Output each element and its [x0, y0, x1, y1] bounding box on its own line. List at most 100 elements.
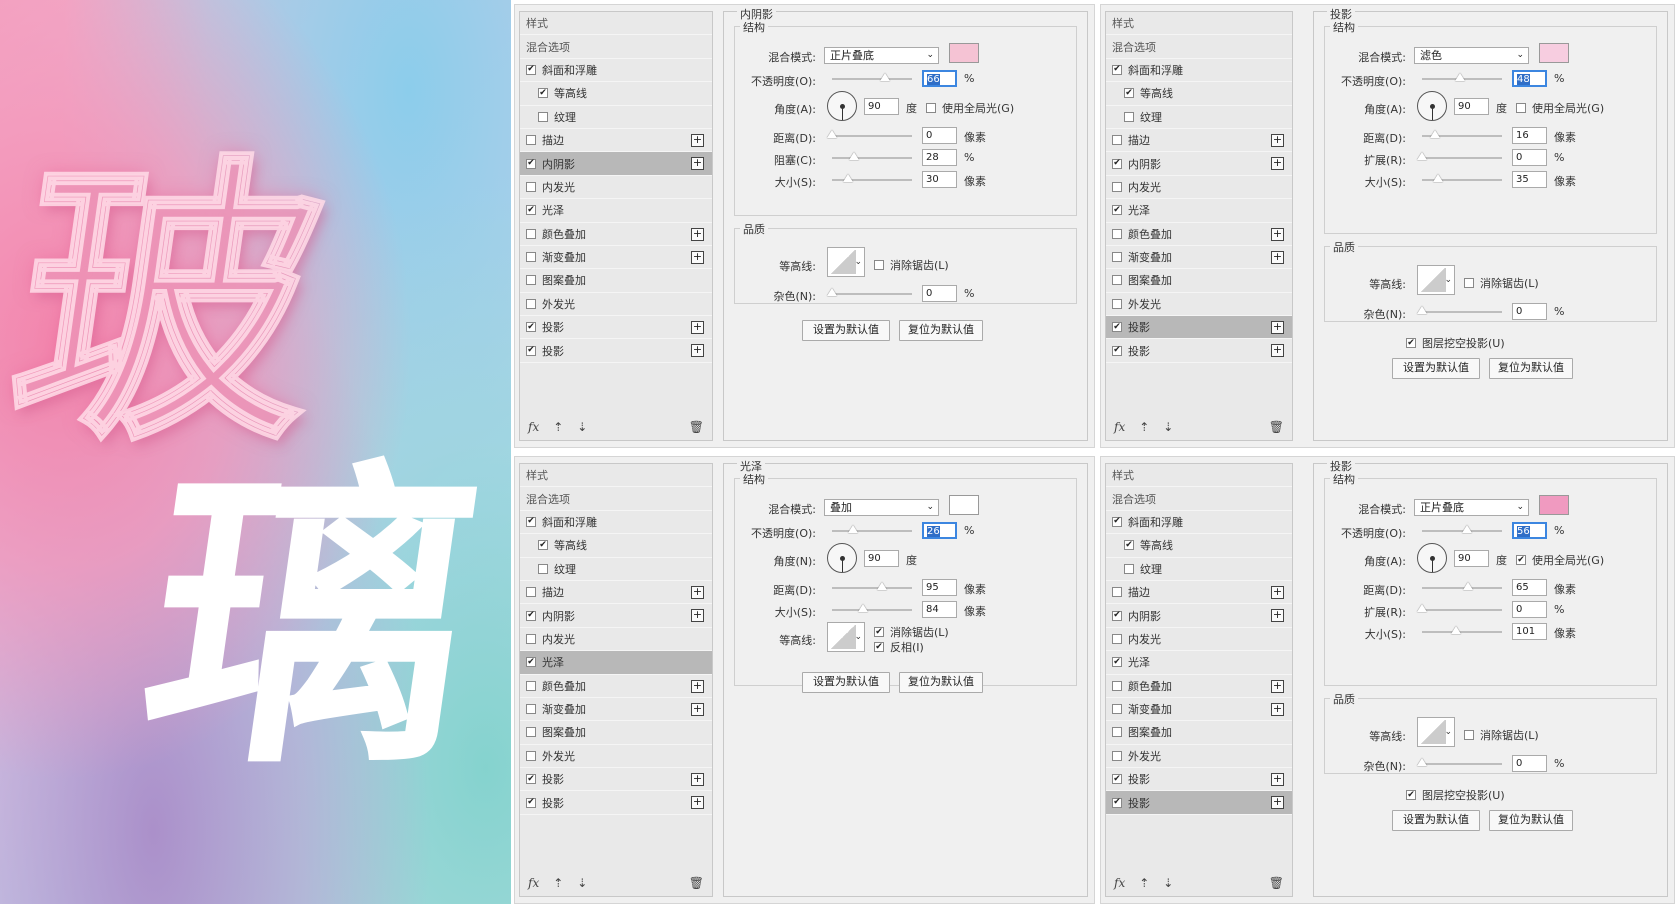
sidebar-item-bevel-emboss[interactable]: ✔ 斜面和浮雕 — [1106, 511, 1292, 535]
styles-header[interactable]: 样式 — [520, 464, 712, 488]
sidebar-item-bevel-emboss[interactable]: ✔ 斜面和浮雕 — [520, 59, 712, 83]
noise-slider[interactable] — [1417, 306, 1502, 314]
add-effect-icon[interactable]: + — [1271, 609, 1284, 623]
spread-input[interactable]: 0 — [1512, 601, 1547, 618]
add-effect-icon[interactable]: + — [691, 133, 704, 147]
sidebar-item-inner-shadow[interactable]: ✔ 内阴影 + — [520, 152, 712, 176]
sidebar-item-pattern-overlay[interactable]: 图案叠加 — [1106, 721, 1292, 745]
sidebar-item-pattern-overlay[interactable]: 图案叠加 — [520, 269, 712, 293]
checkbox[interactable] — [526, 633, 536, 644]
checkbox[interactable] — [526, 727, 536, 738]
sidebar-item-texture[interactable]: 纹理 — [1106, 558, 1292, 581]
opacity-slider-knob[interactable] — [1461, 525, 1472, 533]
sidebar-item-gradient-overlay[interactable]: 渐变叠加 + — [520, 246, 712, 270]
size-slider[interactable] — [832, 174, 912, 182]
checkbox[interactable] — [1112, 275, 1122, 286]
use-global-light-checkbox[interactable]: ✔ 使用全局光(G) — [1516, 552, 1604, 568]
distance-slider-knob[interactable] — [1429, 130, 1440, 138]
sidebar-item-satin[interactable]: ✔ 光泽 — [1106, 651, 1292, 675]
checkbox[interactable]: ✔ — [1112, 797, 1122, 808]
contour-picker[interactable]: ⌄ — [1417, 265, 1455, 295]
reset-default-button[interactable]: 复位为默认值 — [899, 320, 983, 341]
checkbox[interactable] — [1112, 181, 1122, 192]
contour-picker[interactable]: ⌄ — [1417, 717, 1455, 747]
checkbox[interactable]: ✔ — [1112, 64, 1122, 75]
trash-icon[interactable]: 🗑 — [1269, 420, 1284, 434]
opacity-slider-knob[interactable] — [879, 73, 890, 81]
sidebar-item-satin[interactable]: ✔ 光泽 — [520, 651, 712, 675]
angle-dial[interactable] — [827, 91, 857, 121]
checkbox[interactable] — [526, 135, 536, 146]
size-slider[interactable] — [1422, 626, 1502, 634]
arrow-up-icon[interactable]: ⇡ — [553, 420, 563, 434]
spread-slider[interactable] — [1417, 604, 1502, 612]
set-default-button[interactable]: 设置为默认值 — [802, 672, 890, 693]
sidebar-item-color-overlay[interactable]: 颜色叠加 + — [1106, 675, 1292, 698]
size-input[interactable]: 30 — [922, 171, 957, 188]
opacity-input[interactable]: 66 — [922, 70, 957, 87]
layer-knockout-checkbox[interactable]: ✔ 图层挖空投影(U) — [1406, 787, 1505, 803]
size-slider-knob[interactable] — [1450, 626, 1461, 634]
checkbox[interactable] — [538, 111, 548, 122]
arrow-up-icon[interactable]: ⇡ — [553, 876, 563, 890]
layer-knockout-checkbox[interactable]: ✔ 图层挖空投影(U) — [1406, 335, 1505, 351]
checkbox[interactable]: ✔ — [538, 88, 548, 99]
angle-input[interactable]: 90 — [864, 550, 899, 567]
use-global-light-checkbox[interactable]: 使用全局光(G) — [1516, 100, 1604, 116]
angle-input[interactable]: 90 — [1454, 98, 1489, 115]
add-effect-icon[interactable]: + — [1271, 250, 1284, 264]
sidebar-item-outer-glow[interactable]: 外发光 — [1106, 745, 1292, 769]
blend-options-item[interactable]: 混合选项 — [1106, 35, 1292, 59]
antialias-checkbox[interactable]: ✔ 消除锯齿(L) — [874, 624, 949, 640]
sidebar-item-stroke[interactable]: 描边 + — [520, 581, 712, 605]
size-input[interactable]: 35 — [1512, 171, 1547, 188]
trash-icon[interactable]: 🗑 — [689, 876, 704, 890]
checkbox[interactable] — [1112, 750, 1122, 761]
sidebar-item-inner-glow[interactable]: 内发光 — [520, 628, 712, 652]
opacity-slider[interactable] — [832, 73, 912, 81]
sidebar-item-satin[interactable]: ✔ 光泽 — [520, 199, 712, 223]
add-effect-icon[interactable]: + — [1271, 796, 1284, 810]
styles-header[interactable]: 样式 — [1106, 12, 1292, 36]
opacity-slider-knob[interactable] — [1455, 73, 1466, 81]
size-slider-knob[interactable] — [1433, 174, 1443, 182]
sidebar-item-inner-glow[interactable]: 内发光 — [1106, 176, 1292, 200]
distance-input[interactable]: 65 — [1512, 579, 1547, 596]
checkbox[interactable]: ✔ — [1112, 322, 1122, 333]
sidebar-item-inner-glow[interactable]: 内发光 — [520, 176, 712, 200]
checkbox[interactable]: ✔ — [538, 540, 548, 551]
reset-default-button[interactable]: 复位为默认值 — [1489, 810, 1573, 831]
sidebar-item-satin[interactable]: ✔ 光泽 — [1106, 199, 1292, 223]
add-effect-icon[interactable]: + — [1271, 773, 1284, 787]
set-default-button[interactable]: 设置为默认值 — [802, 320, 890, 341]
use-global-light-checkbox[interactable]: 使用全局光(G) — [926, 100, 1014, 116]
add-effect-icon[interactable]: + — [691, 321, 704, 335]
checkbox[interactable]: ✔ — [526, 158, 536, 169]
sidebar-item-outer-glow[interactable]: 外发光 — [1106, 293, 1292, 317]
antialias-checkbox[interactable]: 消除锯齿(L) — [874, 257, 949, 273]
blend-mode-select[interactable]: 叠加 ⌄ — [824, 499, 939, 516]
distance-input[interactable]: 95 — [922, 579, 957, 596]
checkbox[interactable] — [1464, 278, 1474, 288]
blend-options-item[interactable]: 混合选项 — [520, 487, 712, 511]
set-default-button[interactable]: 设置为默认值 — [1392, 358, 1480, 379]
sidebar-item-drop-shadow[interactable]: ✔ 投影 + — [520, 768, 712, 792]
checkbox[interactable] — [526, 228, 536, 239]
sidebar-item-outer-glow[interactable]: 外发光 — [520, 745, 712, 769]
checkbox[interactable] — [926, 103, 936, 113]
choke-slider[interactable] — [832, 152, 912, 160]
checkbox[interactable]: ✔ — [1516, 555, 1526, 565]
spread-slider-knob[interactable] — [1417, 604, 1427, 612]
sidebar-item-texture[interactable]: 纹理 — [520, 558, 712, 581]
sidebar-item-contour[interactable]: ✔ 等高线 — [1106, 82, 1292, 106]
contour-picker[interactable]: ⌄ — [827, 622, 865, 652]
blend-options-item[interactable]: 混合选项 — [1106, 487, 1292, 511]
checkbox[interactable] — [1124, 563, 1134, 574]
noise-slider[interactable] — [1417, 758, 1502, 766]
checkbox[interactable] — [1112, 704, 1122, 715]
sidebar-item-inner-shadow[interactable]: ✔ 内阴影 + — [520, 604, 712, 628]
noise-slider[interactable] — [827, 288, 912, 296]
noise-slider-knob[interactable] — [827, 288, 837, 296]
checkbox[interactable]: ✔ — [1112, 158, 1122, 169]
distance-input[interactable]: 16 — [1512, 127, 1547, 144]
